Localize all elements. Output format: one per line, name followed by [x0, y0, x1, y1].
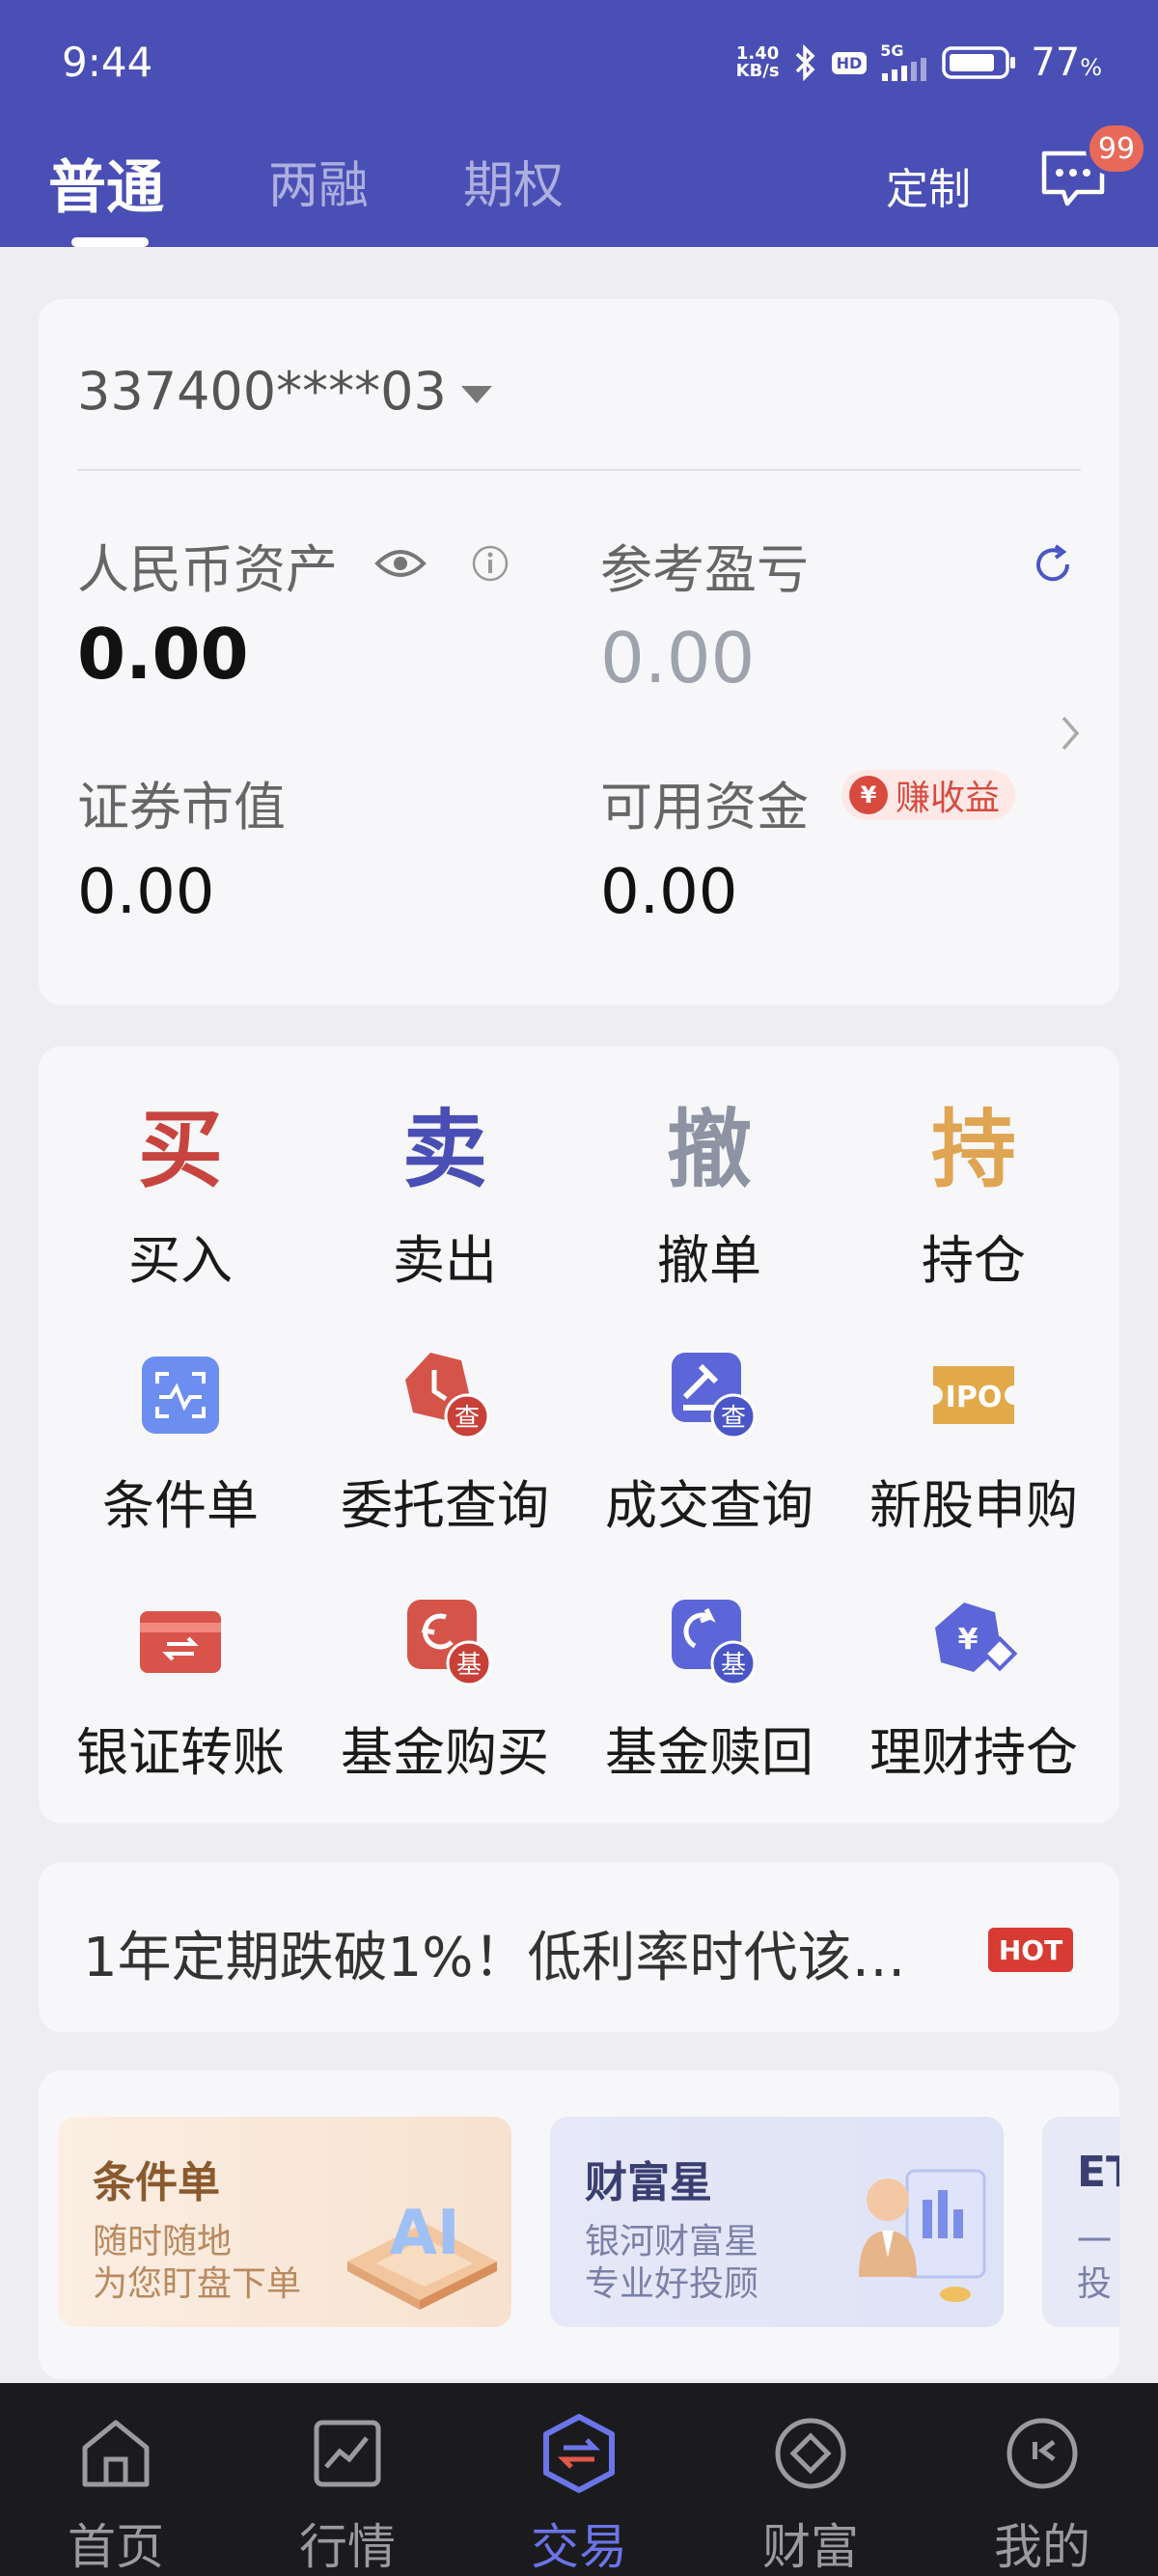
tab-normal[interactable]: 普通 — [48, 141, 164, 225]
trade-icon — [482, 2412, 676, 2495]
svg-text:AI: AI — [389, 2198, 459, 2269]
condition-order-button[interactable]: 条件单 — [48, 1349, 313, 1539]
deal-query-button[interactable]: 查 成交查询 — [577, 1349, 841, 1539]
sell-button[interactable]: 卖 卖出 — [313, 1108, 577, 1294]
nav-trade[interactable]: 交易 — [482, 2412, 676, 2576]
earn-yield-badge[interactable]: ¥ 赚收益 — [841, 770, 1016, 820]
nav-profile[interactable]: 我的 — [946, 2412, 1139, 2576]
trade-actions-card: 买 买入 卖 卖出 撤 撤单 持 持仓 条件单 查 委托查询 查 成交查询 IP… — [39, 1046, 1119, 1823]
ipo-icon: IPO — [841, 1349, 1106, 1441]
hd-icon: HD — [831, 51, 868, 74]
holdings-icon: 持 — [930, 1100, 1016, 1199]
advisor-illustration-icon — [859, 2169, 986, 2302]
network-speed: 1.40 KB/s — [735, 43, 780, 81]
fund-redeem-icon: 基 — [577, 1596, 841, 1688]
market-chart-icon — [251, 2412, 444, 2495]
order-query-icon: 查 — [313, 1349, 577, 1441]
fund-buy-button[interactable]: 基 基金购买 — [313, 1596, 577, 1786]
news-banner[interactable]: 1年定期跌破1%！低利率时代该… HOT — [39, 1862, 1119, 2032]
svg-text:IPO: IPO — [946, 1381, 1003, 1414]
nav-home[interactable]: 首页 — [19, 2412, 212, 2576]
svg-text:基: 基 — [456, 1651, 482, 1680]
bank-transfer-button[interactable]: 银证转账 — [48, 1596, 313, 1786]
home-icon — [19, 2412, 212, 2495]
yen-icon: ¥ — [849, 776, 888, 814]
tab-options[interactable]: 期权 — [463, 145, 564, 217]
order-query-button[interactable]: 查 委托查询 — [313, 1349, 577, 1539]
wealth-holdings-button[interactable]: ¥ 理财持仓 — [841, 1596, 1106, 1786]
eye-icon[interactable] — [374, 544, 427, 587]
cancel-order-icon: 撤 — [666, 1100, 752, 1199]
reference-pnl-label: 参考盈亏 — [600, 539, 809, 600]
available-funds-value: 0.00 — [600, 857, 738, 928]
svg-text:查: 查 — [455, 1404, 480, 1433]
reference-pnl-value: 0.00 — [600, 617, 756, 699]
active-tab-indicator — [71, 237, 149, 247]
battery-percent: 77% — [1031, 41, 1102, 85]
bottom-navigation: 首页 行情 交易 财富 我的 — [0, 2383, 1158, 2576]
svg-text:基: 基 — [721, 1651, 746, 1680]
customize-button[interactable]: 定制 — [886, 154, 971, 216]
bank-transfer-icon — [48, 1596, 313, 1688]
securities-market-value-label: 证券市值 — [77, 777, 286, 837]
cancel-order-button[interactable]: 撤 撤单 — [577, 1108, 841, 1294]
divider — [77, 469, 1081, 471]
buy-icon: 买 — [137, 1100, 223, 1199]
deal-query-icon: 查 — [577, 1349, 841, 1441]
rmb-assets-value: 0.00 — [77, 614, 249, 695]
news-headline[interactable]: 1年定期跌破1%！低利率时代该… — [83, 1914, 905, 1992]
rmb-assets-label: 人民币资产 — [77, 539, 338, 600]
buy-button[interactable]: 买 买入 — [48, 1108, 313, 1294]
account-dropdown-icon[interactable] — [461, 386, 492, 403]
nav-market[interactable]: 行情 — [251, 2412, 444, 2576]
promo-carousel: 条件单 随时随地 为您盯盘下单 AI 财富星 银河财富星 专业好投顾 ET 一 … — [39, 2070, 1119, 2379]
condition-order-icon — [48, 1349, 313, 1441]
fund-buy-icon: 基 — [313, 1596, 577, 1688]
svg-text:查: 查 — [721, 1404, 746, 1433]
fund-redeem-button[interactable]: 基 基金赎回 — [577, 1596, 841, 1786]
wealth-icon — [714, 2412, 907, 2495]
status-time: 9:44 — [62, 39, 153, 86]
available-funds-label: 可用资金 — [600, 777, 809, 837]
info-icon[interactable] — [471, 544, 510, 587]
chevron-right-icon[interactable] — [1060, 714, 1081, 756]
status-bar-indicators: 1.40 KB/s HD 5G 77% — [736, 41, 1102, 85]
promo-condition-order[interactable]: 条件单 随时随地 为您盯盘下单 AI — [58, 2117, 511, 2327]
refresh-icon[interactable] — [1031, 542, 1075, 590]
account-summary-card: 337400****03 人民币资产 0.00 参考盈亏 0.00 证券市值 0… — [39, 299, 1119, 1005]
svg-text:¥: ¥ — [958, 1623, 979, 1657]
bluetooth-icon — [793, 44, 818, 81]
promo-etf[interactable]: ET 一 投 — [1042, 2117, 1119, 2327]
ai-illustration-icon: AI — [347, 2198, 497, 2310]
tab-margin-trading[interactable]: 两融 — [268, 145, 369, 217]
promo-wealth-star[interactable]: 财富星 银河财富星 专业好投顾 — [550, 2117, 1004, 2327]
sell-icon: 卖 — [401, 1100, 487, 1199]
profile-icon — [946, 2412, 1139, 2495]
signal-icon: 5G — [880, 43, 928, 81]
securities-market-value: 0.00 — [77, 857, 215, 928]
battery-icon — [942, 44, 1017, 81]
account-number[interactable]: 337400****03 — [77, 361, 447, 422]
nav-wealth[interactable]: 财富 — [714, 2412, 907, 2576]
message-count-badge: 99 — [1086, 122, 1147, 176]
holdings-button[interactable]: 持 持仓 — [841, 1108, 1106, 1294]
hot-badge: HOT — [988, 1928, 1073, 1972]
ipo-subscription-button[interactable]: IPO 新股申购 — [841, 1349, 1106, 1539]
wealth-holdings-icon: ¥ — [841, 1596, 1106, 1688]
app-header: 9:44 1.40 KB/s HD 5G 77% 普通 两融 期权 定制 99 — [0, 0, 1158, 247]
